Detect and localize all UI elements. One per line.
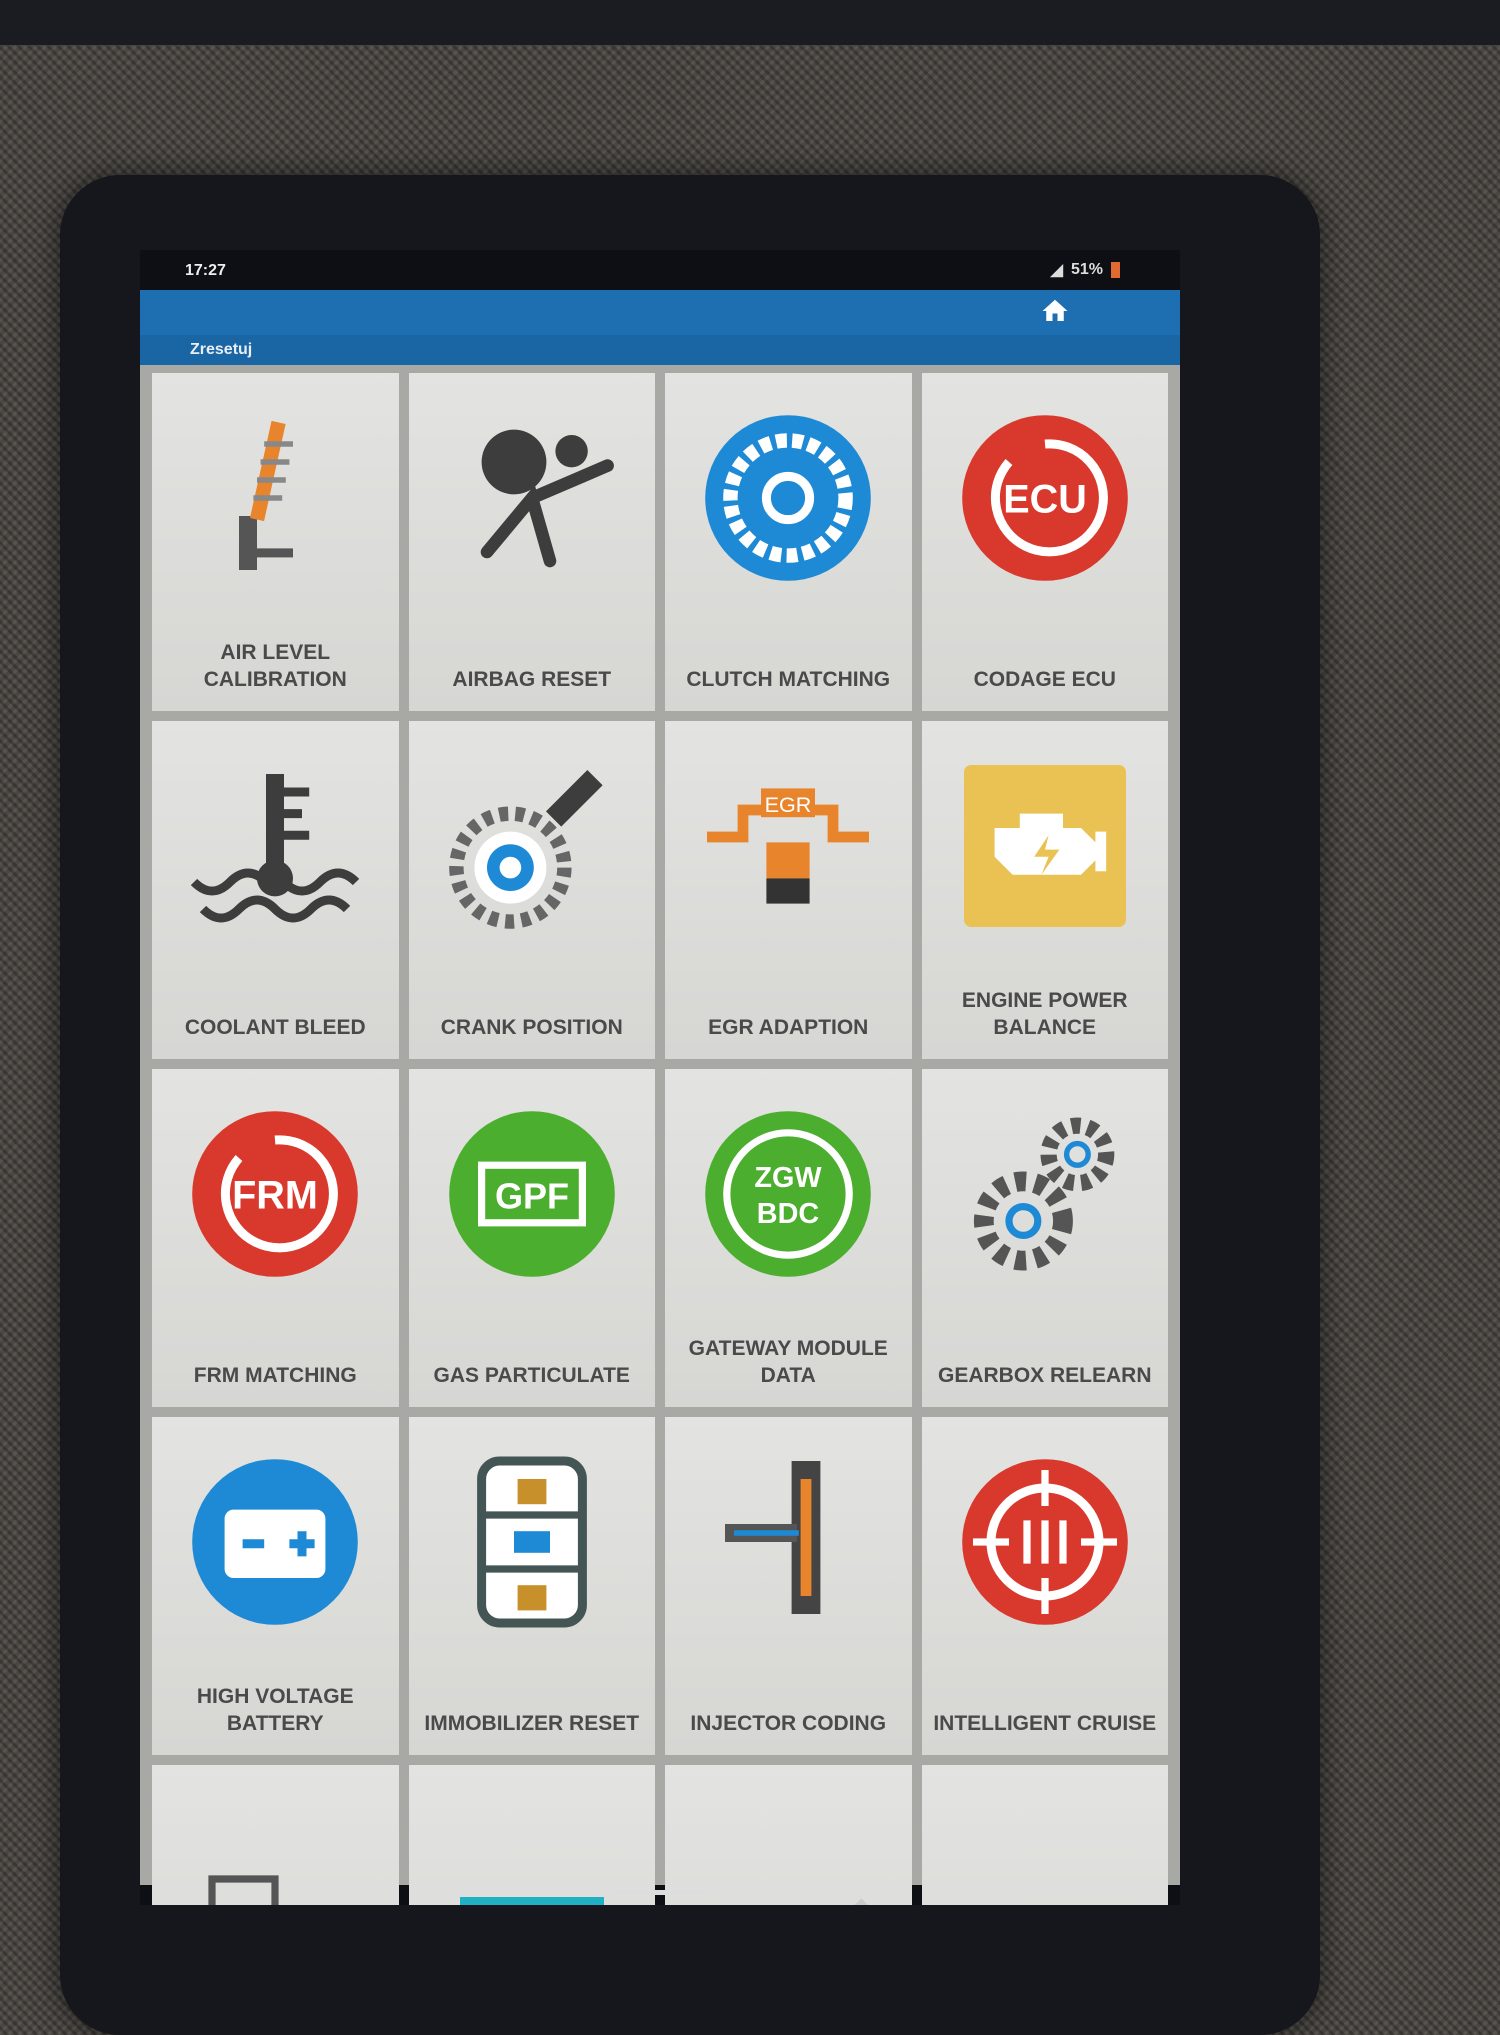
svg-text:ZGW: ZGW <box>755 1162 823 1194</box>
tile-gearbox-relearn[interactable]: Gearbox Relearn <box>921 1069 1168 1407</box>
crank-sensor-icon <box>448 769 603 929</box>
tile-label: Gearbox Relearn <box>937 1364 1152 1387</box>
svg-text:BDC: BDC <box>757 1198 820 1230</box>
tile-label: EGR Adaption <box>708 1016 869 1039</box>
language-icon: A <box>208 1875 279 1905</box>
svg-text:GPF: GPF <box>495 1175 569 1216</box>
tile-label: Gas Particulate <box>433 1364 630 1387</box>
cruise-icon <box>961 1459 1128 1625</box>
tile-frm-matching[interactable]: FRM FRM Matching <box>152 1069 399 1407</box>
tile-airbag-reset[interactable]: Airbag Reset <box>408 373 655 711</box>
tile-gas-particulate[interactable]: GPF Gas Particulate <box>408 1069 655 1407</box>
tile-label: Injector Coding <box>690 1712 887 1735</box>
battery-icon <box>192 1459 359 1625</box>
svg-text:EGR: EGR <box>765 792 812 817</box>
tile-label: Crank Position <box>440 1016 623 1039</box>
tile-crank-position[interactable]: Crank Position <box>408 721 655 1059</box>
tile-gateway-module-data[interactable]: ZGW BDC Gateway Module Data <box>665 1069 912 1407</box>
immobilizer-icon <box>476 1456 587 1628</box>
battery-icon <box>1111 262 1120 278</box>
tile-label: Airbag Reset <box>452 668 612 691</box>
tablet-screen: 17:27 ◢ 51% Zresetuj Air Level Calibrati… <box>140 250 1180 1905</box>
ecu-icon: ECU <box>961 415 1128 581</box>
tile-label: Air Level Calibration <box>203 641 347 691</box>
svg-text:FRM: FRM <box>232 1173 318 1217</box>
tile-injector-coding[interactable]: Injector Coding <box>665 1417 912 1755</box>
tile-label: FRM Matching <box>193 1364 357 1387</box>
tile-partial-spark-plug[interactable] <box>665 1765 912 1905</box>
gateway-icon: ZGW BDC <box>705 1111 872 1277</box>
tile-high-voltage-battery[interactable]: High Voltage Battery <box>152 1417 399 1755</box>
egr-icon: EGR <box>707 788 870 904</box>
tile-label: Intelligent Cruise <box>933 1712 1157 1735</box>
tile-label: Engine Power Balance <box>961 989 1128 1039</box>
tile-partial-empty[interactable] <box>921 1765 1168 1905</box>
function-grid: Air Level Calibration Airbag Reset Clutc… <box>140 365 1180 1905</box>
page-title: Zresetuj <box>140 335 1180 365</box>
tile-immobilizer-reset[interactable]: Immobilizer Reset <box>408 1417 655 1755</box>
tile-air-level-calibration[interactable]: Air Level Calibration <box>152 373 399 711</box>
tile-partial-language[interactable]: A <box>152 1765 399 1905</box>
tile-label: Gateway Module Data <box>688 1337 888 1387</box>
status-bar: 17:27 ◢ 51% <box>140 250 1180 290</box>
air-suspension-icon <box>239 420 294 570</box>
tile-label: Coolant Bleed <box>184 1016 366 1039</box>
tile-engine-power-balance[interactable]: Engine Power Balance <box>921 721 1168 1059</box>
frm-icon: FRM <box>192 1111 359 1277</box>
battery-percent: 51% <box>1070 261 1103 278</box>
tile-label: Codage ECU <box>973 668 1116 691</box>
airbag-icon <box>480 429 614 568</box>
spark-plug-icon <box>854 1898 869 1905</box>
tile-label: Clutch Matching <box>686 668 891 691</box>
top-bar <box>140 290 1180 335</box>
home-icon[interactable] <box>1040 296 1070 326</box>
injector-icon <box>725 1461 821 1614</box>
clutch-icon <box>705 415 872 581</box>
tile-intelligent-cruise[interactable]: Intelligent Cruise <box>921 1417 1168 1755</box>
seat-icon <box>459 1897 604 1905</box>
tile-coolant-bleed[interactable]: Coolant Bleed <box>152 721 399 1059</box>
gpf-icon: GPF <box>448 1111 615 1277</box>
tile-label: Immobilizer Reset <box>424 1712 640 1735</box>
svg-text:ECU: ECU <box>1003 477 1087 521</box>
background-strip <box>0 0 1500 45</box>
signal-icon: ◢ <box>1050 262 1063 279</box>
tile-partial-seat[interactable] <box>408 1765 655 1905</box>
tile-label: High Voltage Battery <box>196 1685 354 1735</box>
tile-clutch-matching[interactable]: Clutch Matching <box>665 373 912 711</box>
status-time: 17:27 <box>185 262 226 279</box>
gears-icon <box>973 1117 1115 1271</box>
tile-egr-adaption[interactable]: EGR EGR Adaption <box>665 721 912 1059</box>
coolant-icon <box>191 774 360 923</box>
engine-icon <box>963 765 1126 927</box>
tile-codage-ecu[interactable]: ECU Codage ECU <box>921 373 1168 711</box>
navigation-handle[interactable] <box>610 1890 710 1895</box>
